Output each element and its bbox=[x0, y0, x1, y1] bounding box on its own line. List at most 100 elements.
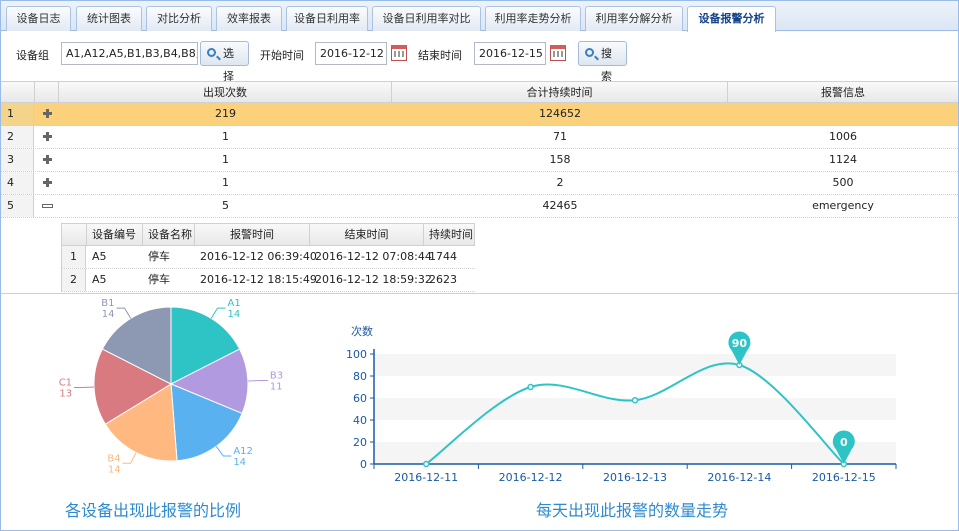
header-count[interactable]: 出现次数 bbox=[59, 82, 392, 103]
tab-alarm-analysis[interactable]: 设备报警分析 bbox=[687, 6, 776, 32]
expand-icon[interactable] bbox=[35, 103, 59, 125]
tab-device-log[interactable]: 设备日志 bbox=[6, 6, 71, 31]
pie-value-label: 11 bbox=[270, 382, 283, 393]
data-point[interactable] bbox=[527, 383, 534, 391]
pie-chart: A114B311A1214B414C113B114 bbox=[59, 298, 283, 475]
calendar-icon[interactable] bbox=[550, 45, 566, 61]
x-tick-label: 2016-12-12 bbox=[499, 471, 563, 484]
tab-utilization-trend[interactable]: 利用率走势分析 bbox=[485, 6, 581, 31]
tab-compare-analysis[interactable]: 对比分析 bbox=[146, 6, 212, 31]
expand-icon[interactable] bbox=[35, 126, 59, 148]
cell-alarm-info bbox=[728, 103, 958, 125]
data-point[interactable] bbox=[631, 396, 639, 404]
tab-efficiency-report[interactable]: 效率报表 bbox=[216, 6, 282, 31]
filter-toolbar: 设备组 A1,A12,A5,B1,B3,B4,B8,C 选择 开始时间 2016… bbox=[1, 32, 958, 83]
cell-duration: 1744 bbox=[429, 250, 457, 263]
sub-header-alarm-time[interactable]: 报警时间 bbox=[195, 224, 310, 245]
cell-device-id: A5 bbox=[92, 273, 107, 286]
row-number: 3 bbox=[1, 149, 34, 171]
tab-daily-utilization-compare[interactable]: 设备日利用率对比 bbox=[372, 6, 481, 31]
pie-label: C1 bbox=[59, 377, 72, 388]
row-number: 1 bbox=[62, 246, 86, 268]
expand-icon[interactable] bbox=[35, 172, 59, 194]
table-row[interactable]: 2 1 71 1006 bbox=[1, 126, 958, 149]
subgrid-row[interactable]: 1 A5 停车 2016-12-12 06:39:40 2016-12-12 0… bbox=[61, 246, 475, 269]
pie-value-label: 14 bbox=[233, 457, 246, 468]
line-chart-title: 每天出现此报警的数量走势 bbox=[536, 501, 729, 520]
pie-label: B4 bbox=[107, 453, 120, 464]
table-row[interactable]: 3 1 158 1124 bbox=[1, 149, 958, 172]
grid-band bbox=[374, 442, 896, 464]
cell-count: 219 bbox=[215, 107, 236, 120]
pie-label: A12 bbox=[233, 446, 253, 457]
cell-count: 1 bbox=[222, 130, 229, 143]
tab-bar: 设备日志 统计图表 对比分析 效率报表 设备日利用率 设备日利用率对比 利用率走… bbox=[1, 1, 958, 32]
y-tick-label: 60 bbox=[353, 392, 367, 405]
table-row[interactable]: 1 219 124652 bbox=[1, 103, 958, 126]
pie-leader-line bbox=[210, 307, 226, 319]
alarm-detail-subgrid: 设备编号 设备名称 报警时间 结束时间 持续时间 1 A5 停车 2016-12… bbox=[61, 223, 475, 292]
cell-alarm-time: 2016-12-12 18:15:49 bbox=[200, 273, 317, 286]
alarm-analysis-window: 设备日志 统计图表 对比分析 效率报表 设备日利用率 设备日利用率对比 利用率走… bbox=[0, 0, 959, 531]
data-point[interactable] bbox=[422, 460, 430, 468]
y-tick-label: 20 bbox=[353, 436, 367, 449]
cell-duration: 124652 bbox=[539, 107, 581, 120]
header-rownum bbox=[1, 82, 35, 103]
pie-leader-line bbox=[122, 452, 137, 464]
grid-header: 出现次数 合计持续时间 报警信息 bbox=[1, 81, 958, 103]
table-row[interactable]: 5 5 42465 emergency bbox=[1, 195, 958, 218]
pie-value-label: 14 bbox=[108, 464, 121, 475]
cell-count: 5 bbox=[222, 199, 229, 212]
cell-end-time: 2016-12-12 07:08:44 bbox=[315, 250, 432, 263]
end-date-input[interactable]: 2016-12-15 bbox=[474, 42, 546, 65]
start-date-input[interactable]: 2016-12-12 bbox=[315, 42, 387, 65]
x-tick-label: 2016-12-11 bbox=[394, 471, 458, 484]
tab-utilization-breakdown[interactable]: 利用率分解分析 bbox=[585, 6, 683, 31]
table-row[interactable]: 4 1 2 500 bbox=[1, 172, 958, 195]
x-tick-label: 2016-12-15 bbox=[812, 471, 876, 484]
cell-alarm-info: emergency bbox=[812, 199, 874, 212]
y-axis-label: 次数 bbox=[351, 324, 373, 338]
row-number: 5 bbox=[1, 195, 34, 217]
device-group-input[interactable]: A1,A12,A5,B1,B3,B4,B8,C bbox=[61, 42, 198, 65]
tab-statistics-chart[interactable]: 统计图表 bbox=[76, 6, 142, 31]
header-duration[interactable]: 合计持续时间 bbox=[392, 82, 728, 103]
tab-daily-utilization[interactable]: 设备日利用率 bbox=[286, 6, 368, 31]
cell-duration: 158 bbox=[549, 153, 571, 166]
pie-value-label: 13 bbox=[59, 388, 72, 399]
cell-device-name: 停车 bbox=[148, 273, 170, 286]
select-button[interactable]: 选择 bbox=[200, 41, 249, 83]
search-button[interactable]: 搜索 bbox=[578, 41, 627, 83]
search-icon bbox=[585, 48, 594, 57]
marker-label: 90 bbox=[732, 337, 748, 350]
end-time-label: 结束时间 bbox=[418, 49, 462, 62]
y-tick-label: 0 bbox=[360, 458, 367, 471]
cell-duration: 71 bbox=[553, 130, 567, 143]
y-tick-label: 80 bbox=[353, 370, 367, 383]
sub-header-device-name[interactable]: 设备名称 bbox=[143, 224, 195, 245]
line-chart: 0 20 40 60 80 100 次数 2016-12-11 2016-12-12 2016-1… bbox=[346, 324, 897, 484]
pie-value-label: 14 bbox=[102, 309, 115, 320]
sub-header-duration[interactable]: 持续时间 bbox=[424, 224, 474, 245]
start-time-label: 开始时间 bbox=[260, 49, 304, 62]
collapse-icon[interactable] bbox=[35, 195, 59, 217]
search-icon bbox=[207, 48, 216, 57]
pie-label: A1 bbox=[228, 298, 241, 309]
cell-duration: 2 bbox=[556, 176, 564, 189]
cell-alarm-time: 2016-12-12 06:39:40 bbox=[200, 250, 317, 263]
header-alarm-info[interactable]: 报警信息 bbox=[728, 82, 958, 103]
cell-device-name: 停车 bbox=[148, 250, 170, 263]
subgrid-row[interactable]: 2 A5 停车 2016-12-12 18:15:49 2016-12-12 1… bbox=[61, 269, 475, 292]
calendar-icon[interactable] bbox=[391, 45, 407, 61]
cell-alarm-info: 1006 bbox=[829, 130, 857, 143]
charts-panel: A1 14 B3 11 A12 14 B4 14 C1 13 B1 14 各设备出现此报警的比例 02… bbox=[1, 293, 958, 530]
expand-icon[interactable] bbox=[35, 149, 59, 171]
pie-chart-title: 各设备出现此报警的比例 bbox=[65, 501, 242, 520]
cell-count: 1 bbox=[222, 176, 229, 189]
pie-value-label: 14 bbox=[228, 309, 241, 320]
sub-header-end-time[interactable]: 结束时间 bbox=[310, 224, 424, 245]
grid-band bbox=[374, 354, 896, 376]
pie-leader-line bbox=[215, 446, 232, 457]
sub-header-device-id[interactable]: 设备编号 bbox=[87, 224, 143, 245]
x-tick-label: 2016-12-13 bbox=[603, 471, 667, 484]
